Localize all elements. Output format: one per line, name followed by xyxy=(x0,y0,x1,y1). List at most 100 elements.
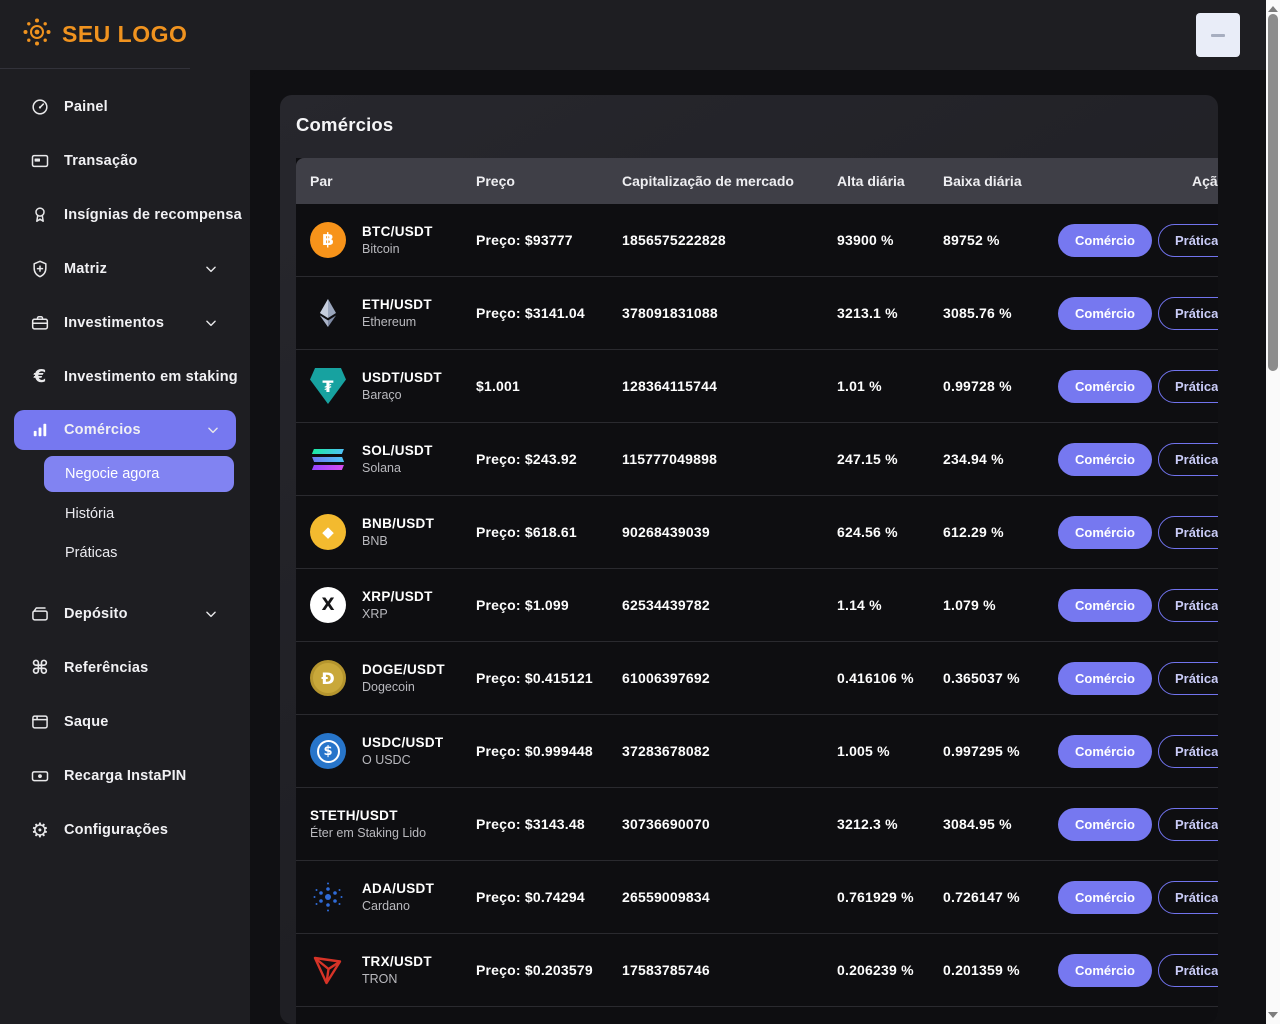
market-cap-value: 61006397692 xyxy=(608,670,823,686)
practice-button[interactable]: Prática xyxy=(1158,297,1218,330)
practice-button[interactable]: Prática xyxy=(1158,735,1218,768)
ada-coin-icon xyxy=(310,879,346,915)
sidebar-subitem-historia[interactable]: História xyxy=(0,497,250,531)
daily-high-value: 1.005 % xyxy=(823,743,929,759)
sidebar-subitem-praticas[interactable]: Práticas xyxy=(0,536,250,570)
sidebar-item-saque[interactable]: Saque xyxy=(0,695,250,749)
user-avatar-button[interactable] xyxy=(1196,13,1240,57)
sidebar-item-referencias[interactable]: ⌘ Referências xyxy=(0,641,250,695)
sidebar-subitem-negocie-agora[interactable]: Negocie agora xyxy=(44,456,234,492)
wallet-icon xyxy=(30,604,50,624)
trade-button[interactable]: Comércio xyxy=(1058,954,1152,987)
market-cap-value: 62534439782 xyxy=(608,597,823,613)
page-scrollbar[interactable] xyxy=(1266,0,1280,1024)
market-cap-value: 128364115744 xyxy=(608,378,823,394)
price-value: Preço: $0.415121 xyxy=(462,670,608,686)
daily-high-value: 0.206239 % xyxy=(823,962,929,978)
daily-high-value: 0.761929 % xyxy=(823,889,929,905)
scroll-down-arrow-icon[interactable] xyxy=(1268,1012,1278,1018)
sidebar-item-painel[interactable]: Painel xyxy=(0,80,250,134)
pair-label: ETH/USDT xyxy=(362,297,432,312)
pair-label: BNB/USDT xyxy=(362,516,434,531)
bar-chart-icon xyxy=(30,420,50,440)
trade-button[interactable]: Comércio xyxy=(1058,808,1152,841)
coin-name: Solana xyxy=(362,461,433,475)
column-header-daily-low: Baixa diária xyxy=(929,173,1044,189)
chevron-down-icon xyxy=(204,316,218,330)
pair-label: ADA/USDT xyxy=(362,881,434,896)
scroll-up-arrow-icon[interactable] xyxy=(1268,6,1278,12)
practice-button[interactable]: Prática xyxy=(1158,224,1218,257)
sidebar-item-comercios[interactable]: Comércios xyxy=(14,410,236,450)
coin-name: Ethereum xyxy=(362,315,432,329)
table-header-row: Par Preço Capitalização de mercado Alta … xyxy=(296,158,1218,204)
daily-low-value: 0.365037 % xyxy=(929,670,1044,686)
coin-name: Bitcoin xyxy=(362,242,433,256)
coin-name: XRP xyxy=(362,607,433,621)
column-header-price: Preço xyxy=(462,173,608,189)
daily-low-value: 612.29 % xyxy=(929,524,1044,540)
table-row: SOL/USDT Solana Preço: $243.92 115777049… xyxy=(296,423,1218,496)
coin-name: BNB xyxy=(362,534,434,548)
euro-icon: € xyxy=(30,367,50,387)
sidebar-item-transacao[interactable]: Transação xyxy=(0,134,250,188)
xrp-coin-icon: X xyxy=(310,587,346,623)
price-value: Preço: $3141.04 xyxy=(462,305,608,321)
practice-button[interactable]: Prática xyxy=(1158,881,1218,914)
daily-low-value: 1.079 % xyxy=(929,597,1044,613)
table-row: STETH/USDT Éter em Staking Lido Preço: $… xyxy=(296,788,1218,861)
daily-low-value: 89752 % xyxy=(929,232,1044,248)
practice-button[interactable]: Prática xyxy=(1158,954,1218,987)
chevron-down-icon xyxy=(204,607,218,621)
daily-low-value: 0.99728 % xyxy=(929,378,1044,394)
reward-badge-icon xyxy=(30,205,50,225)
trade-button[interactable]: Comércio xyxy=(1058,735,1152,768)
trade-button[interactable]: Comércio xyxy=(1058,370,1152,403)
gear-icon: ⚙ xyxy=(30,820,50,840)
sol-coin-icon xyxy=(313,449,343,470)
market-cap-value: 26559009834 xyxy=(608,889,823,905)
table-row: ◆ BNB/USDT BNB Preço: $618.61 9026843903… xyxy=(296,496,1218,569)
trade-button[interactable]: Comércio xyxy=(1058,297,1152,330)
practice-button[interactable]: Prática xyxy=(1158,589,1218,622)
trade-button[interactable]: Comércio xyxy=(1058,662,1152,695)
brand-logo[interactable]: SEU LOGO xyxy=(22,17,187,52)
page-title: Comércios xyxy=(280,95,1218,136)
market-cap-value: 378091831088 xyxy=(608,305,823,321)
gauge-icon xyxy=(30,97,50,117)
table-row: X XRP/USDT XRP Preço: $1.099 62534439782… xyxy=(296,569,1218,642)
sidebar-item-deposito[interactable]: Depósito xyxy=(0,587,250,641)
sidebar-item-staking[interactable]: € Investimento em staking xyxy=(0,350,250,404)
pair-label: STETH/USDT xyxy=(310,808,426,823)
practice-button[interactable]: Prática xyxy=(1158,443,1218,476)
table-row: Ð DOGE/USDT Dogecoin Preço: $0.415121 61… xyxy=(296,642,1218,715)
trade-button[interactable]: Comércio xyxy=(1058,224,1152,257)
pair-label: USDT/USDT xyxy=(362,370,442,385)
eth-coin-icon xyxy=(310,295,346,331)
price-value: Preço: $243.92 xyxy=(462,451,608,467)
price-value: Preço: $3143.48 xyxy=(462,816,608,832)
daily-high-value: 3212.3 % xyxy=(823,816,929,832)
sidebar-item-recarga[interactable]: Recarga InstaPIN xyxy=(0,749,250,803)
trade-button[interactable]: Comércio xyxy=(1058,881,1152,914)
pair-label: XRP/USDT xyxy=(362,589,433,604)
sidebar-item-investimentos[interactable]: Investimentos xyxy=(0,296,250,350)
pair-label: BTC/USDT xyxy=(362,224,433,239)
sidebar-item-insignias[interactable]: Insígnias de recompensa xyxy=(0,188,250,242)
daily-low-value: 3085.76 % xyxy=(929,305,1044,321)
market-cap-value: 1856575222828 xyxy=(608,232,823,248)
trade-button[interactable]: Comércio xyxy=(1058,589,1152,622)
trade-button[interactable]: Comércio xyxy=(1058,443,1152,476)
sidebar-item-configuracoes[interactable]: ⚙ Configurações xyxy=(0,803,250,857)
sidebar-item-matriz[interactable]: Matriz xyxy=(0,242,250,296)
column-header-action: Ação xyxy=(1044,173,1218,189)
table-row: ฿ BTC/USDT Bitcoin Preço: $93777 1856575… xyxy=(296,204,1218,277)
scrollbar-thumb[interactable] xyxy=(1268,14,1278,371)
daily-high-value: 247.15 % xyxy=(823,451,929,467)
practice-button[interactable]: Prática xyxy=(1158,516,1218,549)
practice-button[interactable]: Prática xyxy=(1158,662,1218,695)
practice-button[interactable]: Prática xyxy=(1158,370,1218,403)
command-icon: ⌘ xyxy=(30,658,50,678)
trade-button[interactable]: Comércio xyxy=(1058,516,1152,549)
practice-button[interactable]: Prática xyxy=(1158,808,1218,841)
